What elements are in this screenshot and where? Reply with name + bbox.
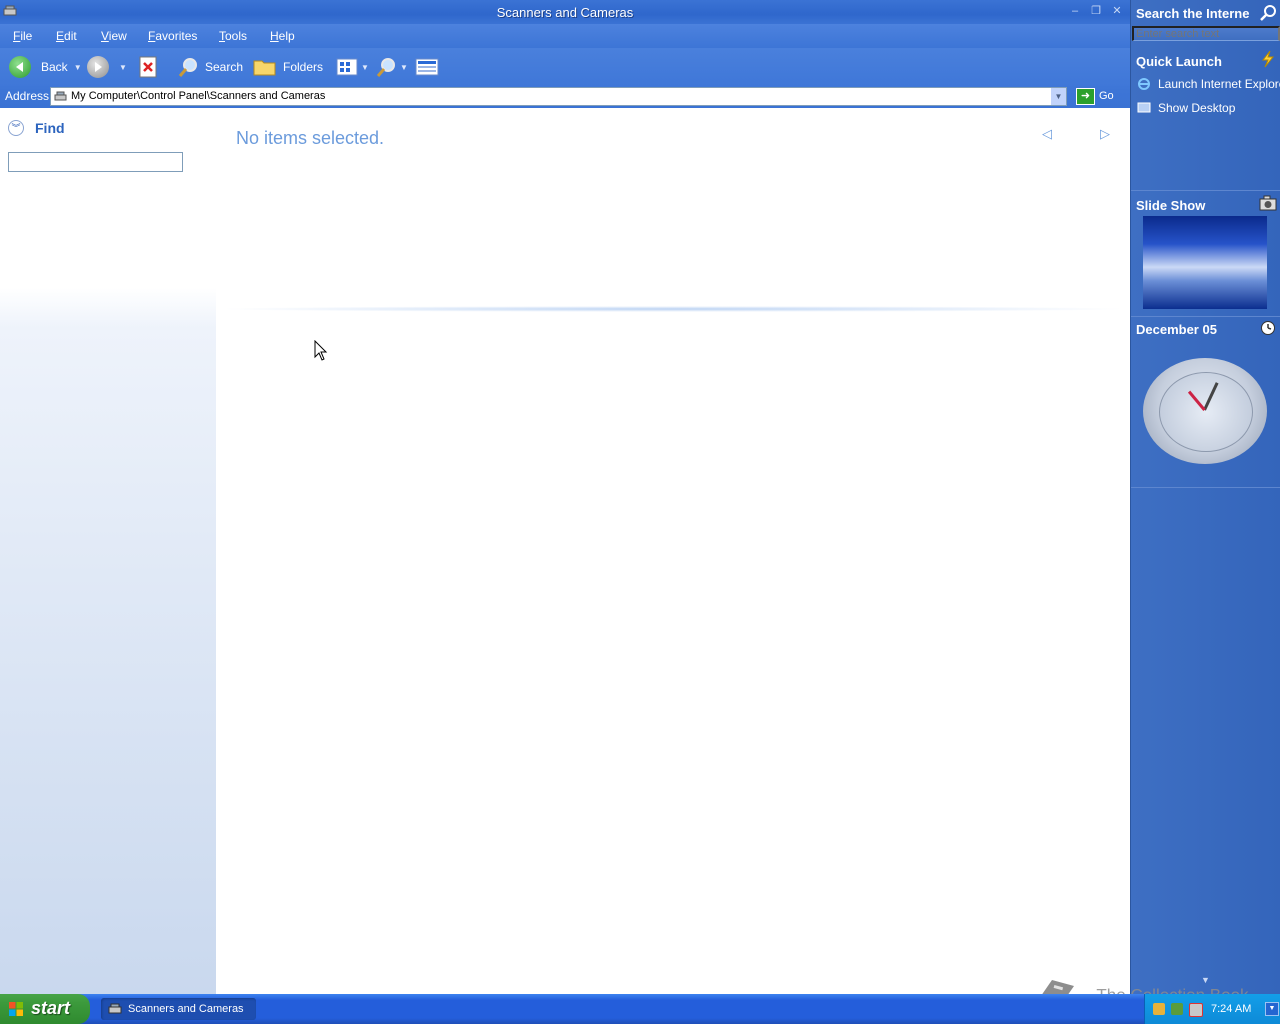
- divider: [216, 306, 1130, 312]
- forward-button[interactable]: ▼: [87, 55, 127, 79]
- forward-arrow-icon: [87, 56, 109, 78]
- zoom-icon: [376, 58, 395, 77]
- internet-explorer-icon: [1138, 78, 1150, 90]
- windows-logo-icon: [9, 1002, 23, 1016]
- views-grid-icon: [336, 58, 358, 76]
- views-dropdown-icon[interactable]: ▼: [361, 63, 369, 72]
- slideshow-title: Slide Show: [1136, 198, 1206, 213]
- back-button[interactable]: Back ▼: [9, 55, 82, 79]
- restore-button[interactable]: ❐: [1089, 4, 1103, 18]
- status-text: No items selected.: [236, 128, 385, 148]
- mouse-cursor-icon: [314, 340, 328, 361]
- go-label[interactable]: Go: [1099, 90, 1114, 102]
- magnifier-icon: [178, 58, 197, 77]
- quick-launch-item-ie[interactable]: Launch Internet Explore: [1158, 77, 1280, 91]
- folders-button[interactable]: Folders: [253, 55, 323, 79]
- go-arrow-icon[interactable]: ➜: [1076, 88, 1095, 105]
- taskbar-button-label: Scanners and Cameras: [128, 1003, 244, 1015]
- standard-toolbar: Back ▼ ▼ Search Folders ▼ ▼: [0, 48, 1130, 86]
- title-bar[interactable]: Scanners and Cameras – ❐ ✕: [0, 0, 1130, 24]
- close-button[interactable]: ✕: [1110, 4, 1124, 18]
- explorer-window: Scanners and Cameras – ❐ ✕ File Edit Vie…: [0, 0, 1130, 994]
- slideshow-image[interactable]: [1143, 216, 1267, 309]
- tray-network-icon[interactable]: [1171, 1003, 1183, 1015]
- collapse-chevron-icon[interactable]: ︾: [8, 120, 24, 136]
- magnifier-icon[interactable]: [1259, 4, 1277, 22]
- address-dropdown-icon[interactable]: ▼: [1051, 88, 1066, 105]
- tray-security-icon[interactable]: [1189, 1003, 1203, 1017]
- scanner-camera-icon: [108, 1003, 122, 1014]
- menu-edit[interactable]: Edit: [56, 29, 77, 43]
- back-label: Back: [41, 60, 68, 74]
- quick-launch-item-show-desktop[interactable]: Show Desktop: [1158, 101, 1235, 115]
- quick-launch-title: Quick Launch: [1136, 54, 1222, 69]
- minimize-button[interactable]: –: [1068, 4, 1082, 18]
- internet-search-input[interactable]: [1132, 26, 1280, 41]
- zoom-button[interactable]: ▼: [375, 55, 408, 79]
- clock-icon[interactable]: [1260, 320, 1276, 336]
- clock-face: [1159, 372, 1253, 452]
- find-label: Find: [35, 120, 65, 136]
- filmstrip-icon: [415, 58, 439, 76]
- search-button[interactable]: Search: [177, 55, 243, 79]
- window-title: Scanners and Cameras: [496, 5, 634, 20]
- clock-time[interactable]: 7:24 AM: [1211, 1003, 1251, 1015]
- forward-dropdown-icon[interactable]: ▼: [119, 63, 127, 72]
- previous-arrow-icon[interactable]: ◁: [1042, 126, 1052, 142]
- folders-label: Folders: [283, 60, 324, 74]
- divider: [1131, 487, 1280, 488]
- divider: [1131, 190, 1280, 191]
- desktop-sidebar: Search the Interne Quick Launch Launch I…: [1130, 0, 1280, 994]
- menu-file[interactable]: File: [13, 29, 32, 43]
- views-button[interactable]: ▼: [336, 55, 369, 79]
- taskbar-button-scanners[interactable]: Scanners and Cameras: [101, 998, 256, 1020]
- address-bar: Address My Computer\Control Panel\Scanne…: [0, 86, 1130, 108]
- back-dropdown-icon[interactable]: ▼: [74, 63, 82, 72]
- menu-bar: File Edit View Favorites Tools Help: [0, 24, 1130, 69]
- lightning-icon: [1261, 50, 1275, 68]
- back-arrow-icon: [9, 56, 31, 78]
- stop-button[interactable]: [139, 55, 157, 79]
- stop-icon: [139, 56, 157, 78]
- address-value: My Computer\Control Panel\Scanners and C…: [71, 90, 326, 102]
- start-button[interactable]: start: [0, 994, 90, 1024]
- next-arrow-icon[interactable]: ▷: [1100, 126, 1110, 142]
- taskbar: start Scanners and Cameras 7:24 AM ▼: [0, 994, 1280, 1024]
- content-pane: No items selected. ◁ ▷: [216, 108, 1130, 994]
- analog-clock: [1143, 358, 1267, 464]
- system-tray: 7:24 AM ▼: [1144, 994, 1280, 1024]
- tray-app-icon[interactable]: [1153, 1003, 1165, 1015]
- search-internet-title: Search the Interne: [1136, 6, 1250, 21]
- menu-help[interactable]: Help: [270, 29, 295, 43]
- folder-icon: [253, 60, 276, 76]
- address-label: Address: [5, 89, 50, 103]
- find-input[interactable]: [8, 152, 183, 172]
- filmstrip-button[interactable]: [415, 55, 439, 79]
- menu-favorites[interactable]: Favorites: [148, 29, 197, 43]
- camera-icon[interactable]: [1259, 195, 1277, 211]
- menu-view[interactable]: View: [101, 29, 127, 43]
- zoom-dropdown-icon[interactable]: ▼: [400, 63, 408, 72]
- search-label: Search: [205, 60, 244, 74]
- start-label: start: [31, 998, 71, 1018]
- address-input[interactable]: My Computer\Control Panel\Scanners and C…: [50, 87, 1067, 106]
- clock-date-title: December 05: [1136, 322, 1217, 337]
- scanner-camera-icon: [54, 91, 67, 101]
- find-pane: ︾ Find: [0, 108, 216, 994]
- divider: [1131, 316, 1280, 317]
- show-desktop-icon: [1137, 102, 1151, 113]
- tray-expand-icon[interactable]: ▼: [1265, 1002, 1279, 1016]
- menu-tools[interactable]: Tools: [219, 29, 247, 43]
